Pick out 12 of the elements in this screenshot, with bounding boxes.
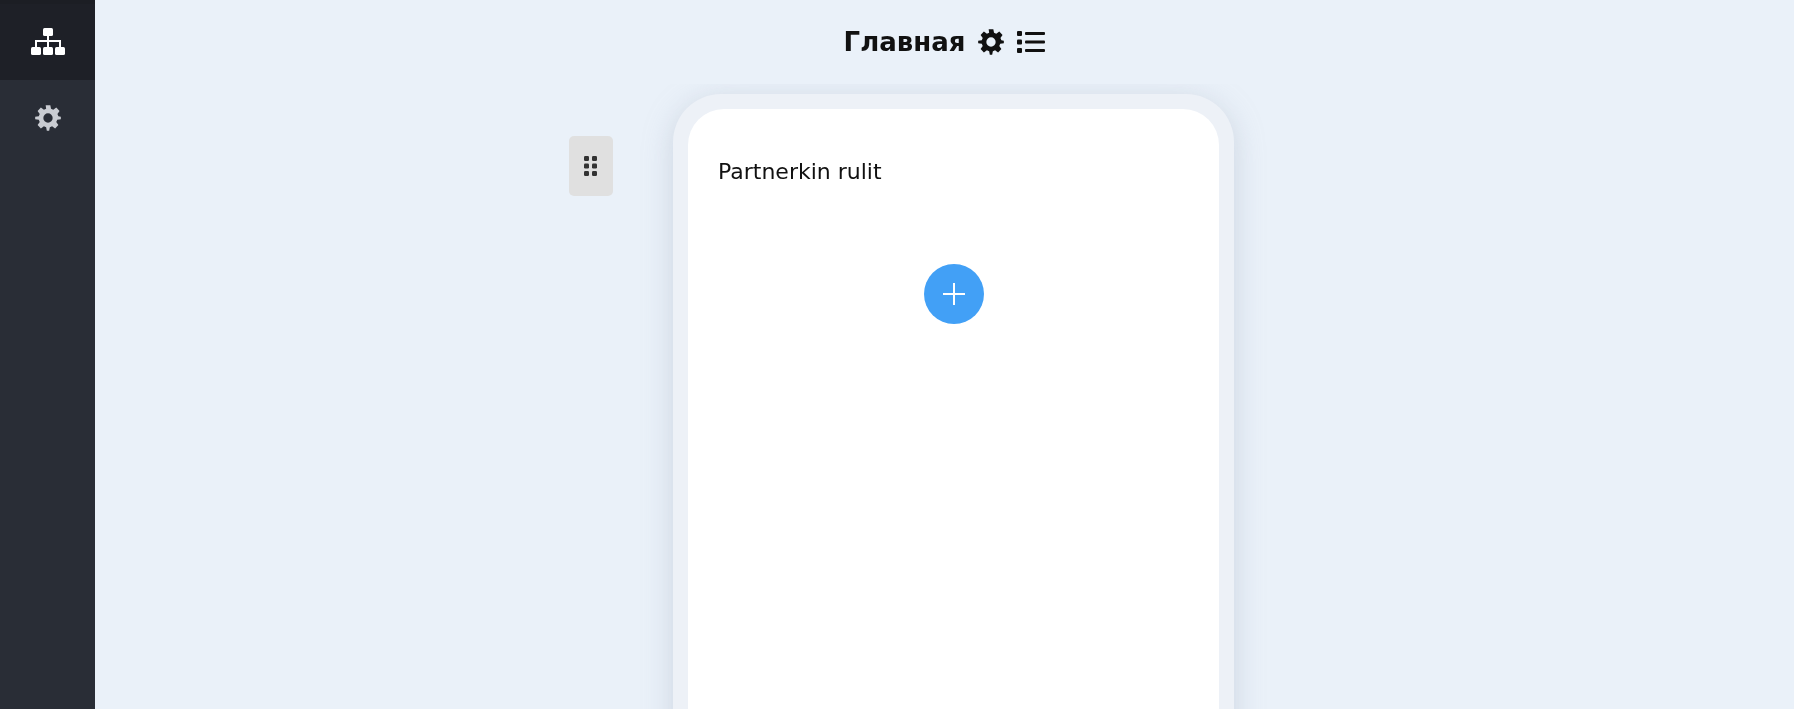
settings-icon — [977, 28, 1006, 56]
settings-icon — [33, 104, 62, 132]
page-title: Главная — [843, 27, 966, 57]
drag-handle[interactable] — [569, 136, 613, 196]
list-button[interactable] — [1017, 30, 1046, 54]
text-label: Partnerkin rulit — [718, 159, 882, 184]
sidebar-item[interactable] — [0, 4, 95, 80]
plus-icon — [941, 282, 966, 306]
grip-icon — [584, 156, 598, 176]
list-icon — [1017, 30, 1046, 54]
sitemap-icon — [30, 28, 65, 56]
settings-button[interactable] — [977, 28, 1006, 56]
